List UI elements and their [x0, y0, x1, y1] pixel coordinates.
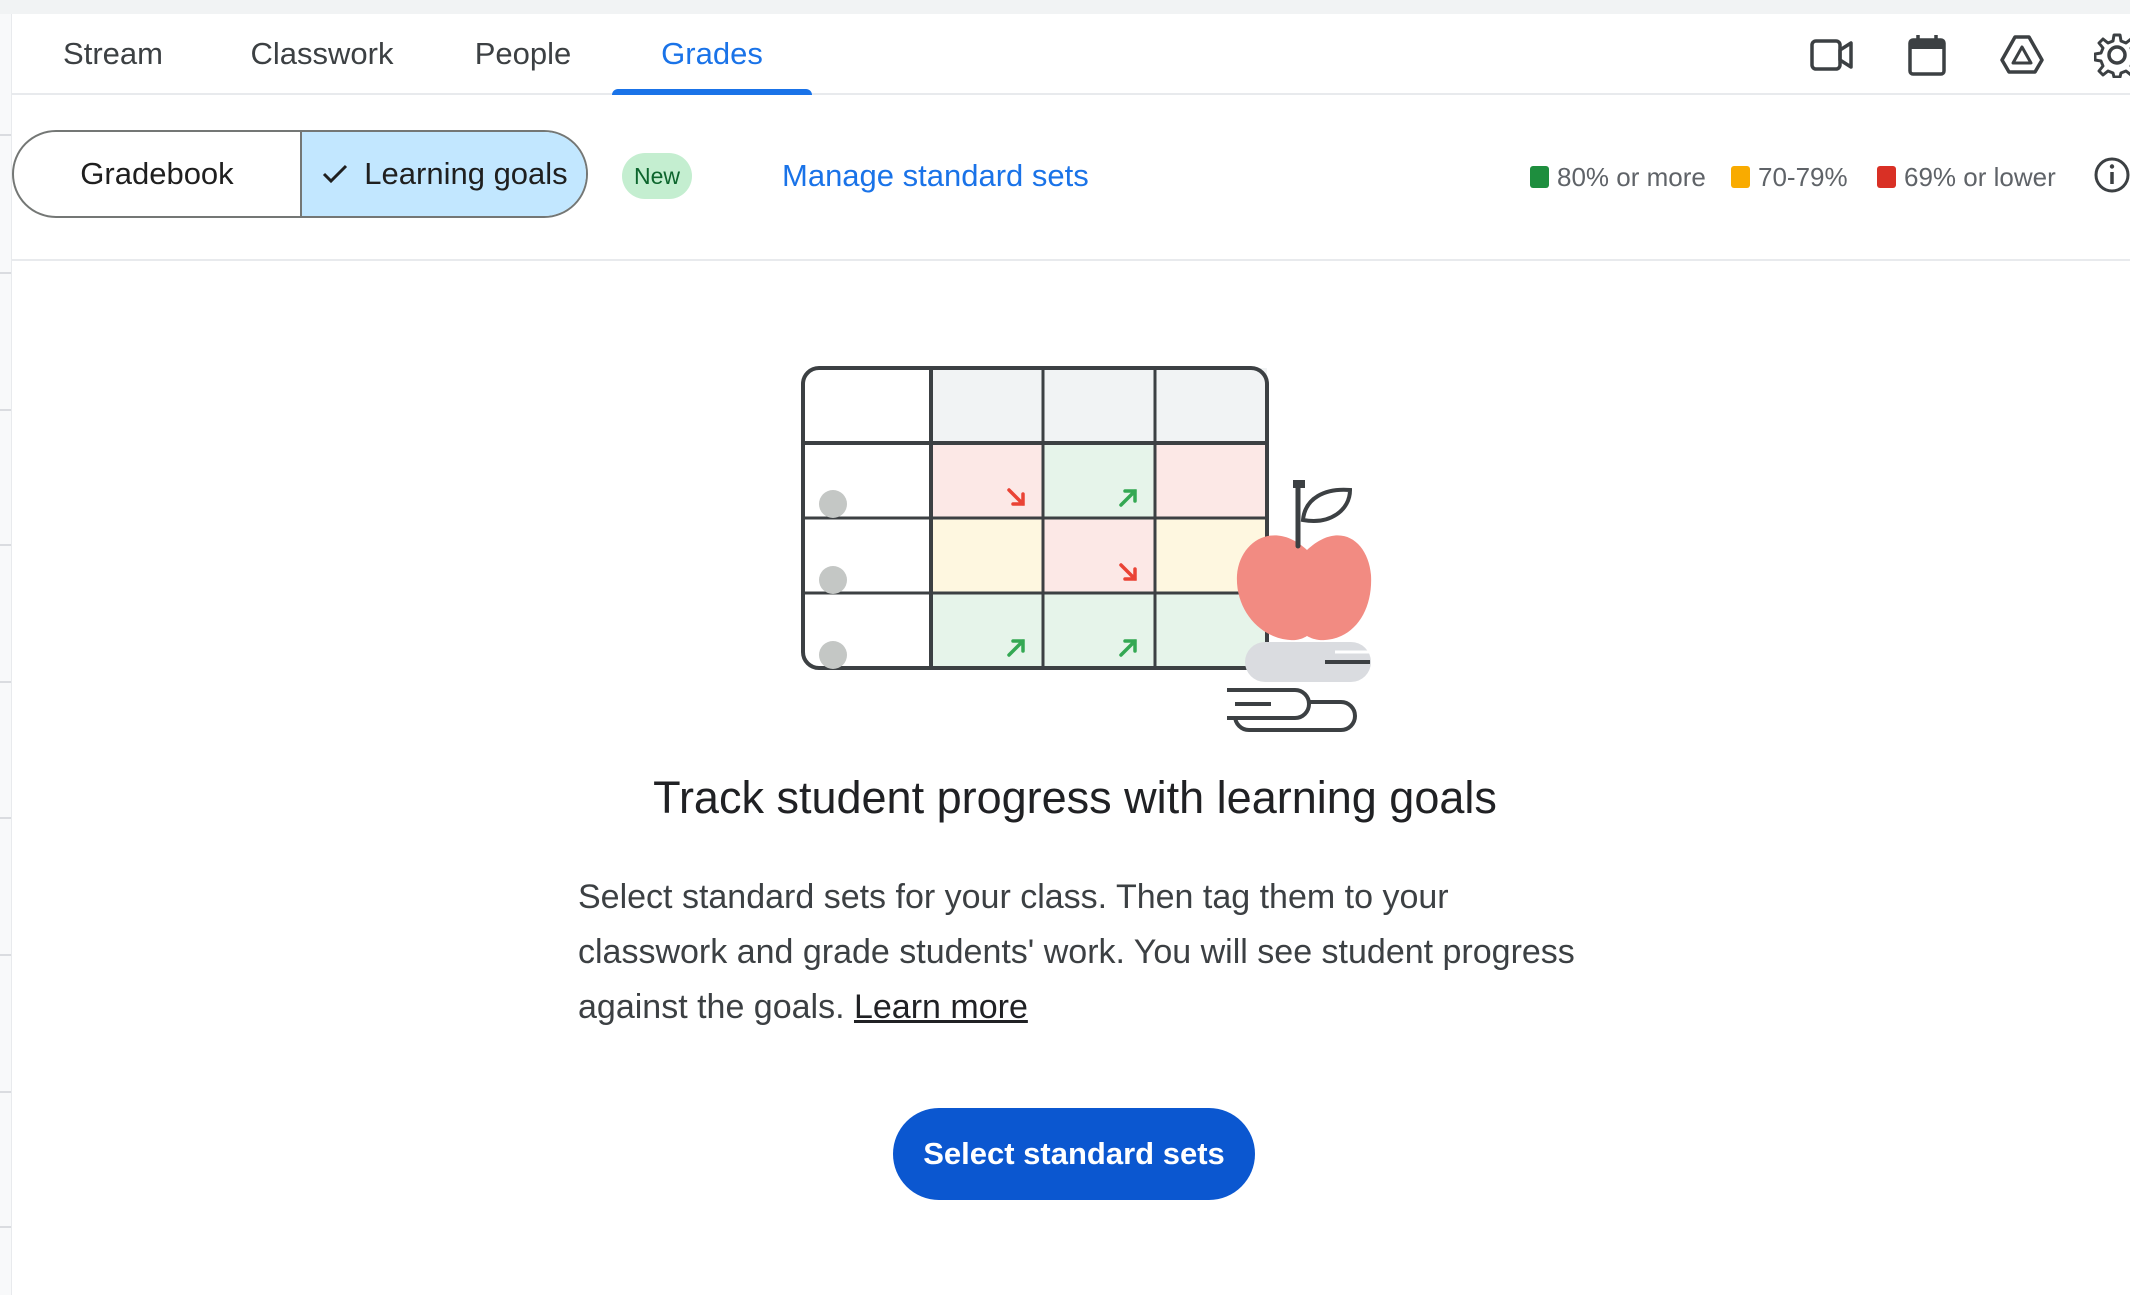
tab-label: People: [474, 35, 572, 71]
description-body: Select standard sets for your class. The…: [578, 878, 1575, 1026]
drive-icon[interactable]: [1999, 32, 2045, 78]
legend-swatch-green: [1530, 166, 1549, 188]
gradebook-illustration: [795, 360, 1375, 740]
gradebook-label: Gradebook: [80, 156, 234, 191]
new-badge: New: [622, 153, 692, 199]
info-icon[interactable]: [2092, 155, 2130, 195]
checkmark-icon: [320, 159, 350, 189]
gradebook-toggle-button[interactable]: Gradebook: [14, 132, 302, 216]
learning-goals-toggle-button[interactable]: Learning goals: [302, 132, 586, 216]
legend-label: 80% or more: [1557, 161, 1706, 192]
legend-item-high: 80% or more: [1530, 157, 1706, 197]
learning-goals-label: Learning goals: [364, 156, 568, 191]
view-toggle: Gradebook Learning goals: [12, 130, 588, 218]
grades-toolbar: Gradebook Learning goals New Manage stan…: [12, 95, 2130, 261]
learn-more-link[interactable]: Learn more: [854, 988, 1028, 1026]
select-standard-sets-button[interactable]: Select standard sets: [893, 1108, 1255, 1200]
legend-label: 69% or lower: [1904, 161, 2056, 192]
left-rail: [0, 14, 12, 1295]
classroom-grades-page: Stream Classwork People Grades Gradebook…: [0, 0, 2130, 1295]
video-camera-icon[interactable]: [1809, 32, 1855, 78]
tab-label: Grades: [661, 35, 763, 71]
class-tab-bar: Stream Classwork People Grades: [12, 14, 2130, 95]
description-text: Select standard sets for your class. The…: [578, 870, 1588, 1035]
legend-swatch-red: [1877, 166, 1896, 188]
tab-label: Stream: [63, 35, 163, 71]
settings-icon[interactable]: [2094, 32, 2130, 78]
legend-item-low: 69% or lower: [1877, 157, 2056, 197]
tab-classwork[interactable]: Classwork: [238, 14, 406, 93]
legend-swatch-yellow: [1731, 166, 1750, 188]
tab-label: Classwork: [250, 35, 394, 71]
legend-label: 70-79%: [1758, 161, 1848, 192]
page-heading: Track student progress with learning goa…: [653, 772, 1497, 823]
tab-people[interactable]: People: [460, 14, 586, 93]
tab-stream[interactable]: Stream: [42, 14, 184, 93]
calendar-icon[interactable]: [1904, 32, 1950, 78]
legend-item-mid: 70-79%: [1731, 157, 1848, 197]
browser-top-strip: [0, 0, 2130, 14]
manage-standard-sets-link[interactable]: Manage standard sets: [782, 153, 1089, 199]
tab-grades[interactable]: Grades: [612, 14, 812, 95]
